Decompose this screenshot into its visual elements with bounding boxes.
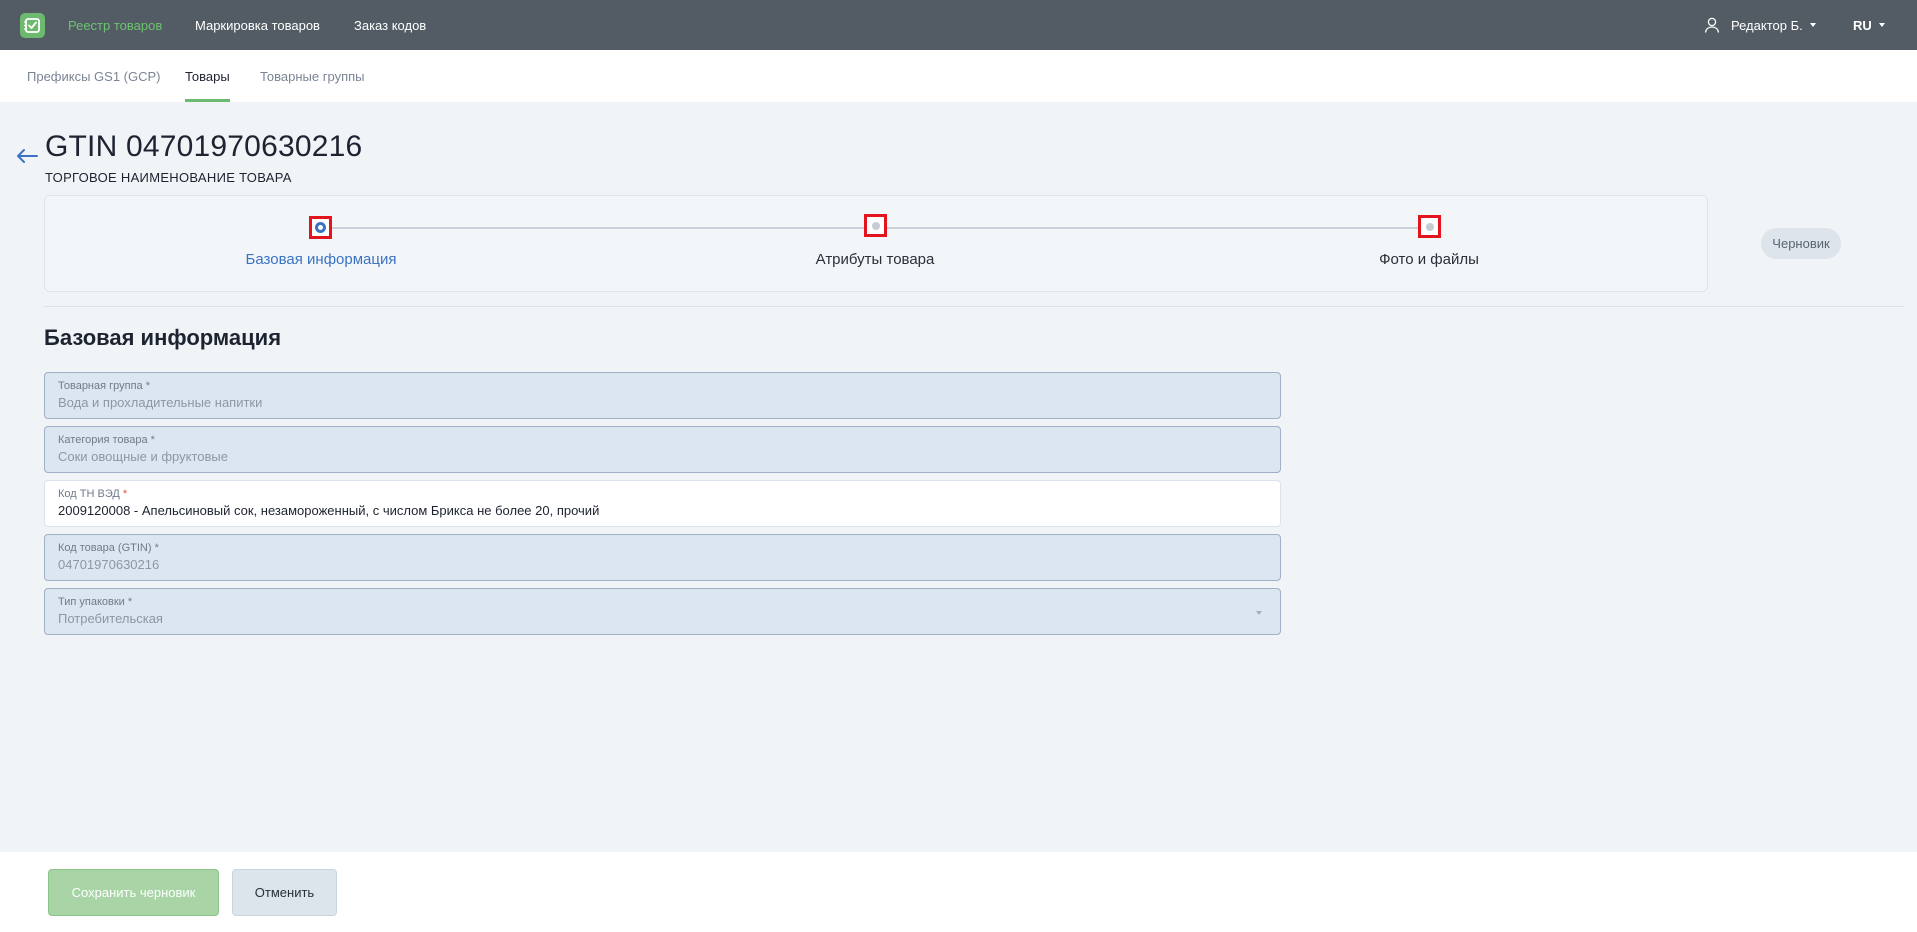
chevron-down-icon xyxy=(1256,611,1262,615)
status-badge: Черновик xyxy=(1761,228,1841,259)
field-value: Вода и прохладительные напитки xyxy=(58,395,263,410)
page-title: GTIN 04701970630216 xyxy=(45,130,363,163)
field-value: 2009120008 - Апельсиновый сок, незаморож… xyxy=(58,503,600,518)
step-node-photos-files[interactable] xyxy=(1418,215,1441,238)
field-label: Код товара (GTIN) * xyxy=(58,542,159,554)
user-name: Редактор Б. xyxy=(1731,17,1803,33)
step-label-photos-files[interactable]: Фото и файлы xyxy=(1379,251,1479,268)
step-label-product-attributes[interactable]: Атрибуты товара xyxy=(816,251,935,268)
language-label: RU xyxy=(1853,17,1872,33)
language-selector[interactable]: RU xyxy=(1853,0,1885,50)
step-label-basic-info[interactable]: Базовая информация xyxy=(246,251,397,268)
tab-gs1-prefixes[interactable]: Префиксы GS1 (GCP) xyxy=(27,50,161,102)
product-category-field[interactable]: Категория товара * Соки овощные и фрукто… xyxy=(44,426,1281,473)
nav-product-registry[interactable]: Реестр товаров xyxy=(68,0,162,50)
field-label: Тип упаковки * xyxy=(58,596,133,608)
step-node-product-attributes[interactable] xyxy=(864,214,887,237)
product-group-field[interactable]: Товарная группа * Вода и прохладительные… xyxy=(44,372,1281,419)
field-value: Потребительская xyxy=(58,611,163,626)
field-label: Товарная группа * xyxy=(58,380,151,392)
product-trade-name: ТОРГОВОЕ НАИМЕНОВАНИЕ ТОВАРА xyxy=(45,170,292,185)
stepper-panel xyxy=(44,195,1708,292)
step-active-dot-icon xyxy=(315,222,326,233)
cancel-button[interactable]: Отменить xyxy=(232,869,337,916)
field-value: 04701970630216 xyxy=(58,557,160,572)
tab-product-groups[interactable]: Товарные группы xyxy=(260,50,365,102)
field-label: Категория товара * xyxy=(58,434,155,446)
chevron-down-icon xyxy=(1809,23,1816,27)
field-value: Соки овощные и фруктовые xyxy=(58,449,228,464)
divider xyxy=(44,306,1904,307)
tn-ved-code-field[interactable]: Код ТН ВЭД * 2009120008 - Апельсиновый с… xyxy=(44,480,1281,527)
nav-product-marking[interactable]: Маркировка товаров xyxy=(195,0,320,50)
nav-code-orders[interactable]: Заказ кодов xyxy=(354,0,426,50)
package-type-select[interactable]: Тип упаковки * Потребительская xyxy=(44,588,1281,635)
field-label: Код ТН ВЭД * xyxy=(58,488,128,500)
top-navbar: Реестр товаров Маркировка товаров Заказ … xyxy=(0,0,1917,50)
gtin-code-field[interactable]: Код товара (GTIN) * 04701970630216 xyxy=(44,534,1281,581)
user-icon xyxy=(1704,17,1720,33)
user-menu[interactable]: Редактор Б. xyxy=(1703,0,1816,50)
back-arrow-icon[interactable] xyxy=(15,147,39,165)
section-title: Базовая информация xyxy=(44,325,282,350)
sub-navbar: Префиксы GS1 (GCP) Товары Товарные групп… xyxy=(0,50,1917,102)
step-dot-icon xyxy=(1425,222,1434,231)
chevron-down-icon xyxy=(1878,23,1885,27)
step-dot-icon xyxy=(871,221,880,230)
app-logo-icon[interactable] xyxy=(20,13,45,38)
save-draft-button[interactable]: Сохранить черновик xyxy=(48,869,219,916)
step-node-basic-info[interactable] xyxy=(309,216,332,239)
tab-products[interactable]: Товары xyxy=(185,50,230,102)
